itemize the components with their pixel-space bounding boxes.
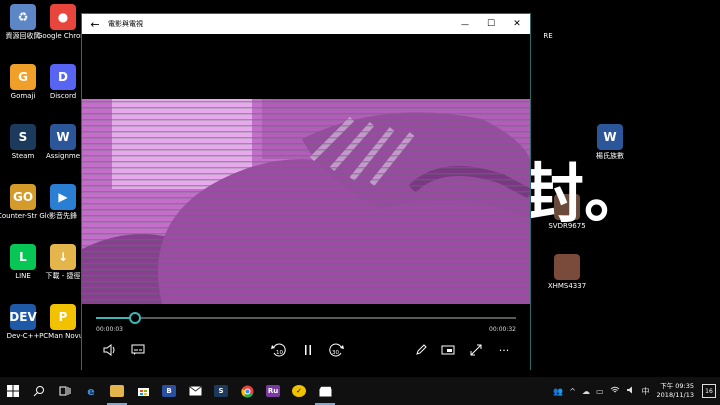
back-arrow-icon[interactable]: ←	[82, 18, 108, 31]
store-icon[interactable]	[130, 377, 156, 405]
volume-icon[interactable]	[100, 342, 120, 358]
wallpaper-calligraphy: 封。	[520, 157, 648, 232]
seek-bar[interactable]	[96, 312, 516, 324]
line-icon: L	[10, 244, 36, 270]
close-button[interactable]: ✕	[504, 19, 530, 29]
desktop-icon-label: XHMS4337	[547, 282, 587, 290]
subtitles-icon[interactable]	[128, 342, 148, 358]
total-time: 00:00:32	[489, 326, 516, 333]
discord-icon: D	[50, 64, 76, 90]
gomaji-icon: G	[10, 64, 36, 90]
file-explorer-icon[interactable]	[104, 377, 130, 405]
devcpp-icon: DEV	[9, 304, 37, 330]
taskbar: e B S Ru ✓ 👥 ^ ☁ ▭ 中 下午 09:35 2018/11/13…	[0, 377, 720, 405]
task-view-icon[interactable]	[52, 377, 78, 405]
pause-button[interactable]	[298, 342, 318, 358]
movies-tv-window[interactable]: ← 電影與電視 — ☐ ✕ 00:00:03 00:00:32 10 30 ··…	[81, 13, 531, 370]
ime-indicator[interactable]: 中	[639, 386, 653, 397]
notification-count: 16	[705, 387, 713, 395]
edge-icon[interactable]: e	[78, 377, 104, 405]
clock[interactable]: 下午 09:35 2018/11/13	[653, 382, 698, 400]
chrome-taskbar-icon[interactable]	[234, 377, 260, 405]
cloud-icon[interactable]: ☁	[579, 387, 593, 396]
minimize-button[interactable]: —	[452, 20, 478, 29]
mini-view-icon[interactable]	[438, 342, 458, 358]
recycle-bin-icon: ♻	[10, 4, 36, 30]
clock-time: 下午 09:35	[660, 382, 694, 390]
chevron-up-icon[interactable]: ^	[566, 387, 579, 396]
mail-icon[interactable]	[182, 377, 208, 405]
search-icon[interactable]	[26, 377, 52, 405]
current-time: 00:00:03	[96, 326, 123, 333]
norton-icon[interactable]: ✓	[286, 377, 312, 405]
start-button[interactable]	[0, 377, 26, 405]
bbs-app-icon[interactable]: B	[156, 377, 182, 405]
movies-tv-taskbar-icon[interactable]	[312, 377, 338, 405]
system-tray: 👥 ^ ☁ ▭ 中 下午 09:35 2018/11/13 16	[550, 377, 720, 405]
clock-date: 2018/11/13	[656, 391, 694, 399]
fullscreen-icon[interactable]	[466, 342, 486, 358]
desktop-icon[interactable]: XHMS4337	[541, 254, 593, 290]
volume-tray-icon[interactable]	[623, 386, 639, 396]
skip-back-label: 10	[276, 350, 283, 356]
downloads-folder-icon: ↓	[50, 244, 76, 270]
window-title: 電影與電視	[108, 20, 143, 28]
video-image	[82, 99, 530, 304]
media-player-icon: ▶	[50, 184, 76, 210]
edit-pencil-icon[interactable]	[411, 342, 431, 358]
people-icon[interactable]: 👥	[550, 387, 566, 396]
skip-forward-label: 30	[332, 350, 339, 356]
pcman-icon: P	[50, 304, 76, 330]
playback-controls: 00:00:03 00:00:32 10 30 ···	[82, 304, 530, 370]
steam-icon: S	[10, 124, 36, 150]
more-options-button[interactable]: ···	[494, 342, 514, 358]
title-bar[interactable]: ← 電影與電視 — ☐ ✕	[82, 14, 530, 34]
word-document-icon-2: W	[597, 124, 623, 150]
skip-forward-icon[interactable]: 30	[326, 342, 346, 358]
video-thumbnail-icon-2	[554, 254, 580, 280]
video-frame[interactable]	[82, 99, 530, 304]
csgo-icon: GO	[10, 184, 36, 210]
chrome-icon: ●	[50, 4, 76, 30]
steam-taskbar-icon[interactable]: S	[208, 377, 234, 405]
rufus-icon[interactable]: Ru	[260, 377, 286, 405]
skip-back-icon[interactable]: 10	[269, 342, 289, 358]
battery-icon[interactable]: ▭	[593, 387, 607, 396]
word-document-icon: W	[50, 124, 76, 150]
wifi-icon[interactable]	[607, 386, 623, 396]
seek-thumb[interactable]	[129, 312, 142, 324]
maximize-button[interactable]: ☐	[478, 19, 504, 29]
action-center-button[interactable]: 16	[702, 384, 716, 398]
